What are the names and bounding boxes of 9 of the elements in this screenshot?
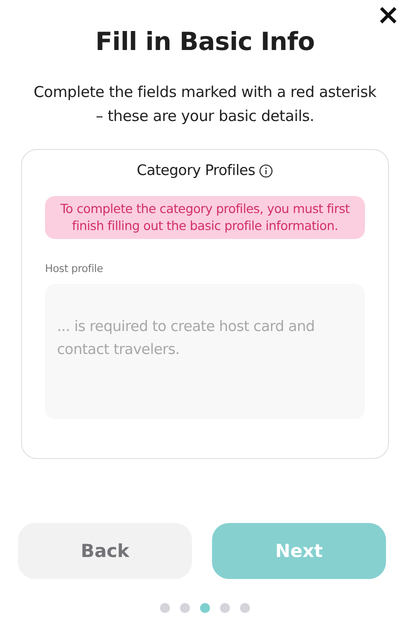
field-label: Host profile	[45, 262, 104, 276]
card-title: Category Profiles	[136, 162, 256, 181]
host-profile-field[interactable]: ... is required to create host card and contact travelers.	[45, 284, 365, 419]
dialog-title: Fill in Basic Info	[95, 26, 315, 58]
info-icon[interactable]	[259, 164, 274, 178]
back-button[interactable]: Back	[18, 523, 192, 579]
close-button[interactable]: ×	[372, 0, 404, 31]
instructions-text: Complete the fields marked with a red asterisk – these are your basic details.	[32, 82, 378, 127]
warning-message: To complete the category profiles, you must first finish filling out the basic profile information.	[45, 196, 365, 239]
